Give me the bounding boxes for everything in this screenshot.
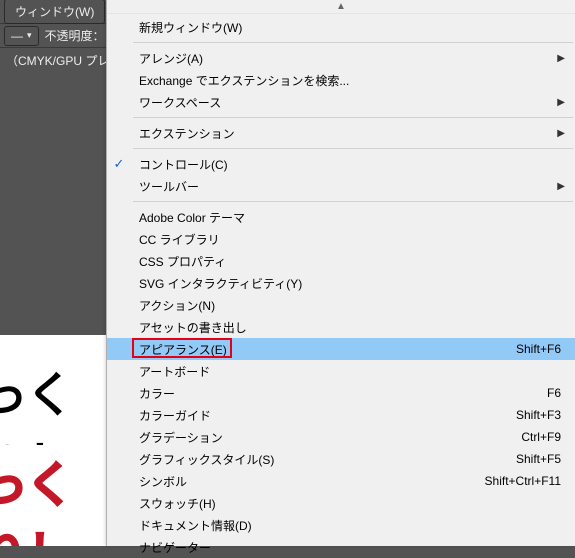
menu-item[interactable]: アピアランス(E)Shift+F6: [131, 338, 575, 360]
menu-item-label: アセットの書き出し: [139, 319, 565, 336]
menu-item-label: エクステンション: [139, 125, 557, 142]
menu-item-label: アピアランス(E): [139, 341, 516, 358]
menu-item[interactable]: ナビゲーター: [131, 536, 575, 558]
menu-item-shortcut: Shift+F6: [516, 342, 565, 356]
menu-item-label: ツールバー: [139, 178, 557, 195]
menu-item[interactable]: グラフィックスタイル(S)Shift+F5: [131, 448, 575, 470]
menu-separator: [133, 148, 573, 149]
menu-item-label: Adobe Color テーマ: [139, 209, 565, 226]
menu-item[interactable]: カラーガイドShift+F3: [131, 404, 575, 426]
menu-item[interactable]: Exchange でエクステンションを検索...: [131, 69, 575, 91]
check-icon: ✓: [111, 156, 127, 172]
menu-item-shortcut: Shift+F3: [516, 408, 565, 422]
menu-item[interactable]: ✓コントロール(C): [131, 153, 575, 175]
check-gutter: [107, 14, 131, 546]
menu-item[interactable]: ドキュメント情報(D): [131, 514, 575, 536]
menu-item[interactable]: ワークスペース▶: [131, 91, 575, 113]
submenu-arrow-icon: ▶: [557, 53, 565, 64]
menu-item-shortcut: F6: [547, 386, 565, 400]
menu-item-label: グラフィックスタイル(S): [139, 451, 516, 468]
menu-item-label: シンボル: [139, 473, 485, 490]
menu-item-label: アクション(N): [139, 297, 565, 314]
menu-separator: [133, 201, 573, 202]
submenu-arrow-icon: ▶: [557, 97, 565, 108]
menu-separator: [133, 117, 573, 118]
menu-item-label: グラデーション: [139, 429, 521, 446]
menu-item[interactable]: アレンジ(A)▶: [131, 47, 575, 69]
menu-item[interactable]: シンボルShift+Ctrl+F11: [131, 470, 575, 492]
menu-window[interactable]: ウィンドウ(W): [4, 0, 105, 24]
menu-item[interactable]: Adobe Color テーマ: [131, 206, 575, 228]
menu-item-label: CSS プロパティ: [139, 253, 565, 270]
opacity-label: 不透明度：: [45, 27, 105, 44]
menu-item-label: コントロール(C): [139, 156, 565, 173]
submenu-arrow-icon: ▶: [557, 128, 565, 139]
menu-item[interactable]: アートボード: [131, 360, 575, 382]
menu-item[interactable]: アクション(N): [131, 294, 575, 316]
menu-item[interactable]: エクステンション▶: [131, 122, 575, 144]
menu-item[interactable]: カラーF6: [131, 382, 575, 404]
menu-item[interactable]: SVG インタラクティビティ(Y): [131, 272, 575, 294]
menu-item-label: アートボード: [139, 363, 565, 380]
canvas-area: っくりし っくりし: [0, 335, 115, 546]
menu-item-label: ドキュメント情報(D): [139, 517, 565, 534]
menu-item-label: ナビゲーター: [139, 539, 565, 556]
artwork-text-red: っくりし: [0, 445, 115, 546]
menu-item-label: カラー: [139, 385, 547, 402]
menu-item[interactable]: スウォッチ(H): [131, 492, 575, 514]
chevron-down-icon: ▾: [27, 30, 32, 41]
menu-item-label: 新規ウィンドウ(W): [139, 19, 565, 36]
submenu-arrow-icon: ▶: [557, 181, 565, 192]
menu-separator: [133, 42, 573, 43]
scroll-up-arrow[interactable]: ▲: [107, 0, 575, 14]
menu-item-label: スウォッチ(H): [139, 495, 565, 512]
dropdown-value: —: [11, 29, 23, 43]
menu-item-label: ワークスペース: [139, 94, 557, 111]
menu-item-label: カラーガイド: [139, 407, 516, 424]
menu-item-label: Exchange でエクステンションを検索...: [139, 72, 565, 89]
menu-item-shortcut: Ctrl+F9: [521, 430, 565, 444]
menu-item[interactable]: グラデーションCtrl+F9: [131, 426, 575, 448]
menu-item-shortcut: Shift+Ctrl+F11: [485, 474, 565, 488]
menu-item[interactable]: アセットの書き出し: [131, 316, 575, 338]
menu-item-label: SVG インタラクティビティ(Y): [139, 275, 565, 292]
menu-item[interactable]: ツールバー▶: [131, 175, 575, 197]
menu-item[interactable]: 新規ウィンドウ(W): [131, 16, 575, 38]
menu-item[interactable]: CC ライブラリ: [131, 228, 575, 250]
menu-item-label: CC ライブラリ: [139, 231, 565, 248]
window-menu-dropdown: ▲ 新規ウィンドウ(W)アレンジ(A)▶Exchange でエクステンションを検…: [106, 0, 575, 546]
dropdown-generic[interactable]: — ▾: [4, 26, 39, 46]
menu-item[interactable]: CSS プロパティ: [131, 250, 575, 272]
menu-items-container: 新規ウィンドウ(W)アレンジ(A)▶Exchange でエクステンションを検索.…: [131, 14, 575, 558]
menu-item-shortcut: Shift+F5: [516, 452, 565, 466]
menu-item-label: アレンジ(A): [139, 50, 557, 67]
